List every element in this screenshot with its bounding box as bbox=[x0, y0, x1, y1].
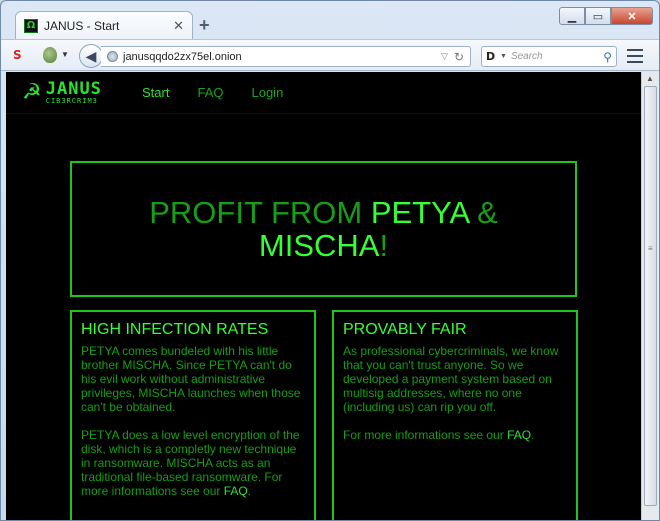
magnifier-icon[interactable]: ⚲ bbox=[603, 50, 612, 64]
janus-logo[interactable]: ☭ JANUS CIB3RCRIM3 bbox=[22, 80, 102, 105]
hero-heading: PROFIT FROM PETYA & MISCHA! bbox=[149, 196, 498, 262]
card-paragraph: PETYA comes bundeled with his little bro… bbox=[81, 344, 301, 414]
search-box[interactable]: D ▼ Search ⚲ bbox=[481, 46, 617, 67]
reload-icon[interactable]: ↻ bbox=[454, 50, 464, 64]
hero-text-part1: PROFIT FROM bbox=[149, 195, 371, 230]
nav-login-link[interactable]: Login bbox=[251, 85, 283, 100]
card-title: HIGH INFECTION RATES bbox=[81, 321, 269, 338]
back-button[interactable]: ◀ bbox=[79, 44, 103, 68]
card-paragraph: PETYA does a low level encryption of the… bbox=[81, 428, 305, 498]
search-engine-dropdown-icon[interactable]: ▼ bbox=[500, 53, 507, 60]
hero-petya: PETYA bbox=[370, 195, 469, 230]
hammer-sickle-icon: ☭ bbox=[22, 80, 42, 105]
arrow-left-icon: ◀ bbox=[85, 47, 97, 64]
logo-main-text: JANUS bbox=[45, 78, 102, 99]
url-text: janusqqdo2zx75el.onion bbox=[123, 50, 242, 63]
history-dropdown-icon[interactable]: ▽ bbox=[441, 51, 448, 62]
faq-link[interactable]: FAQ bbox=[507, 428, 531, 442]
tab-strip: Ω JANUS - Start ✕ + ▁ ▭ ✕ bbox=[1, 1, 659, 39]
card-paragraph: As professional cybercriminals, we know … bbox=[343, 344, 559, 414]
tor-onion-icon[interactable] bbox=[43, 47, 57, 63]
site-nav: Start FAQ Login bbox=[142, 85, 311, 100]
page-viewport: ☭ JANUS CIB3RCRIM3 Start FAQ Login PROFI… bbox=[6, 72, 641, 520]
provably-fair-card: PROVABLY FAIR As professional cybercrimi… bbox=[332, 310, 578, 520]
logo-text: JANUS CIB3RCRIM3 bbox=[45, 78, 102, 105]
nav-start-link[interactable]: Start bbox=[142, 85, 169, 100]
hero-banner: PROFIT FROM PETYA & MISCHA! bbox=[70, 161, 577, 297]
vertical-scrollbar[interactable]: ▲ ≡ bbox=[641, 72, 659, 520]
close-tab-icon[interactable]: ✕ bbox=[173, 18, 184, 34]
infection-rates-card: HIGH INFECTION RATES PETYA comes bundele… bbox=[70, 310, 316, 520]
browser-tab[interactable]: Ω JANUS - Start ✕ bbox=[15, 11, 193, 39]
scroll-up-icon[interactable]: ▲ bbox=[646, 74, 654, 83]
tab-title: JANUS - Start bbox=[44, 18, 120, 33]
logo-sub-text: CIB3RCRIM3 bbox=[45, 96, 98, 105]
hero-amp: & bbox=[468, 195, 498, 230]
card-text: For more informations see our bbox=[343, 428, 508, 442]
scrollbar-thumb[interactable]: ≡ bbox=[644, 86, 657, 506]
globe-icon bbox=[107, 51, 118, 62]
card-paragraph: For more informations see our FAQ. bbox=[343, 428, 567, 442]
window-controls: ▁ ▭ ✕ bbox=[559, 7, 653, 25]
maximize-button[interactable]: ▭ bbox=[585, 7, 611, 25]
site-header: ☭ JANUS CIB3RCRIM3 Start FAQ Login bbox=[6, 72, 641, 114]
close-window-button[interactable]: ✕ bbox=[611, 7, 653, 25]
navigation-toolbar: S ▼ ◀ janusqqdo2zx75el.onion ▽ ↻ D ▼ Sea… bbox=[1, 39, 659, 71]
grip-icon: ≡ bbox=[648, 244, 653, 253]
card-title: PROVABLY FAIR bbox=[343, 321, 467, 338]
search-input[interactable]: Search bbox=[511, 51, 603, 62]
chevron-down-icon[interactable]: ▼ bbox=[61, 50, 69, 59]
card-text-end: . bbox=[531, 428, 535, 442]
new-tab-button[interactable]: + bbox=[199, 15, 210, 36]
browser-window: Ω JANUS - Start ✕ + ▁ ▭ ✕ S ▼ ◀ janusqqd… bbox=[0, 0, 660, 521]
hamburger-menu-icon[interactable] bbox=[627, 49, 643, 63]
hero-excl: ! bbox=[379, 228, 389, 263]
card-text: PETYA does a low level encryption of the… bbox=[81, 428, 300, 498]
minimize-button[interactable]: ▁ bbox=[559, 7, 585, 25]
faq-link[interactable]: FAQ bbox=[224, 484, 248, 498]
duckduckgo-icon[interactable]: D bbox=[486, 50, 498, 63]
address-bar[interactable]: janusqqdo2zx75el.onion ▽ ↻ bbox=[101, 46, 471, 67]
nav-faq-link[interactable]: FAQ bbox=[197, 85, 223, 100]
hero-mischa: MISCHA bbox=[258, 228, 380, 263]
noscript-icon[interactable]: S bbox=[13, 48, 22, 62]
janus-favicon-icon: Ω bbox=[24, 18, 38, 33]
card-text-end: . bbox=[247, 484, 252, 498]
